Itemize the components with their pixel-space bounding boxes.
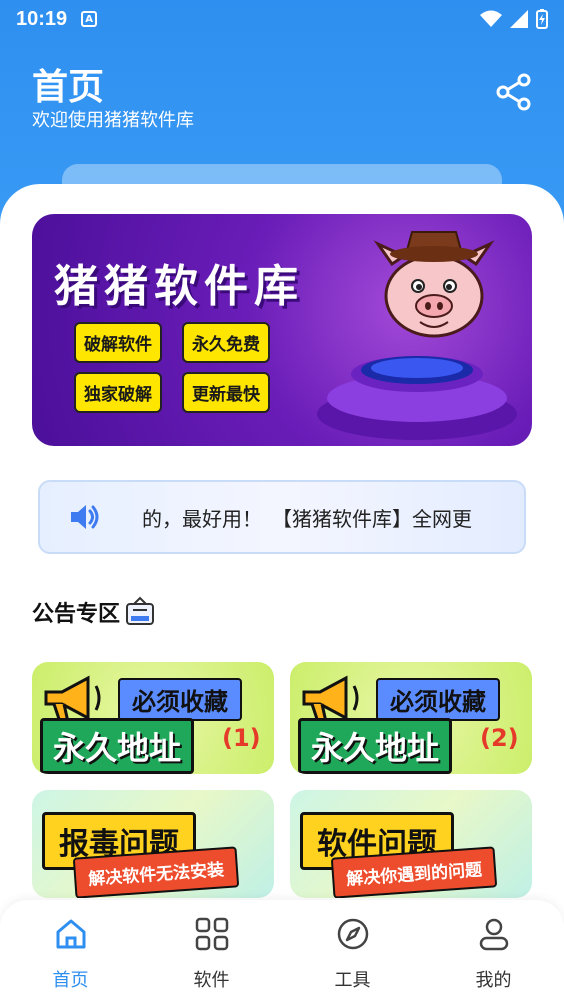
podium-icon: [317, 356, 517, 440]
card-top-label: 必须收藏: [118, 678, 242, 721]
banner-title: 猪猪软件库: [54, 261, 304, 312]
speaker-icon: [71, 505, 99, 529]
compass-icon: [337, 918, 368, 950]
tab-label: 工具: [334, 970, 371, 991]
wifi-icon: [480, 10, 502, 27]
notice-text: 的，最好用！ 【猪猪软件库】全网更: [142, 506, 472, 531]
banner-tag: 独家破解: [74, 372, 162, 413]
pig-mascot-icon: [373, 231, 495, 338]
page-title: 首页: [32, 67, 105, 108]
grid-icon: [195, 917, 228, 951]
page-subtitle: 欢迎使用猪猪软件库: [32, 110, 194, 131]
announcement-card[interactable]: 报毒问题 解决软件无法安装: [32, 790, 274, 898]
tab-home[interactable]: 首页: [0, 900, 141, 1004]
banner-tag: 更新最快: [182, 372, 270, 413]
banner-tag: 永久免费: [182, 322, 270, 363]
banner-tag: 破解软件: [74, 322, 162, 363]
card-main-label: 永久地址: [298, 718, 453, 774]
bottom-tab-bar: 首页 软件 工具 我的: [0, 900, 564, 1004]
card-top-label: 必须收藏: [376, 678, 500, 721]
section-title: 公告专区: [32, 596, 156, 628]
section-title-text: 公告专区: [32, 602, 121, 627]
tab-tools[interactable]: 工具: [282, 900, 423, 1004]
status-time: 10:19: [16, 7, 68, 30]
card-number: (2): [480, 724, 519, 752]
card-number: (1): [222, 724, 261, 752]
user-icon: [479, 918, 508, 951]
signal-icon: [510, 10, 528, 28]
share-icon[interactable]: [494, 72, 534, 112]
notice-marquee[interactable]: 的，最好用！ 【猪猪软件库】全网更: [38, 480, 526, 554]
tab-label: 软件: [193, 970, 230, 991]
notification-a-icon: A: [81, 11, 98, 27]
tab-label: 首页: [52, 970, 89, 991]
battery-icon: [536, 9, 548, 29]
card-main-label: 永久地址: [40, 718, 195, 774]
announcement-card[interactable]: 软件问题 解决你遇到的问题: [290, 790, 532, 898]
promo-banner[interactable]: 猪猪软件库 破解软件 永久免费 独家破解 更新最快: [32, 214, 532, 446]
tab-profile[interactable]: 我的: [423, 900, 564, 1004]
tab-software[interactable]: 软件: [141, 900, 282, 1004]
status-bar: 10:19 A: [0, 0, 564, 38]
announcement-card[interactable]: 必须收藏 永久地址 (1): [32, 662, 274, 774]
announcement-card[interactable]: 必须收藏 永久地址 (2): [290, 662, 532, 774]
tab-label: 我的: [475, 970, 512, 991]
badge-icon: [126, 596, 155, 625]
home-icon: [56, 919, 85, 949]
